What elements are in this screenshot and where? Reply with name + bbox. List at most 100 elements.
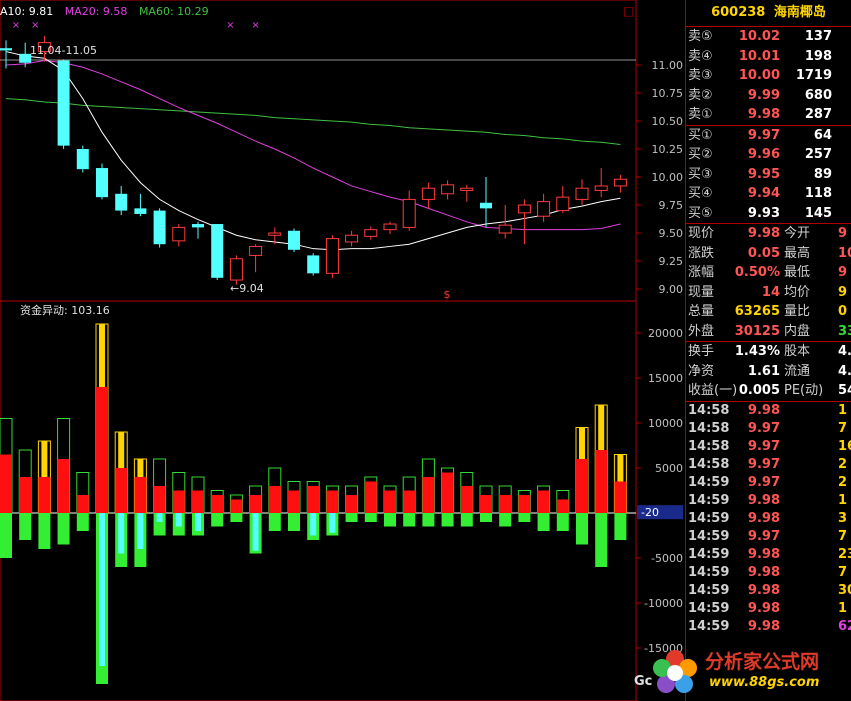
candle-body bbox=[480, 202, 492, 209]
candle bbox=[402, 190, 416, 231]
quote-label: 涨跌 bbox=[688, 245, 715, 261]
ask-volume: 287 bbox=[804, 107, 832, 122]
ask-label: 卖④ bbox=[688, 48, 713, 64]
ask-row[interactable]: 卖④ 10.01 198 bbox=[686, 47, 851, 67]
indicator-bar bbox=[287, 481, 301, 531]
bid-row[interactable]: 买⑤ 9.93 145 bbox=[686, 204, 851, 224]
ask-price: 10.02 bbox=[738, 29, 780, 44]
bar-negative bbox=[38, 513, 51, 549]
ask-row[interactable]: 卖③ 10.00 1719 bbox=[686, 66, 851, 86]
indicator-bar bbox=[210, 490, 224, 527]
flower-logo-icon bbox=[653, 650, 697, 693]
price-tick-label: 9.50 bbox=[659, 227, 684, 240]
ask-price: 9.98 bbox=[747, 107, 780, 122]
bar-positive bbox=[556, 499, 569, 513]
tick-row[interactable]: 14:58 9.97 2 bbox=[686, 456, 851, 474]
stat-row: 收益(一)0.005PE(动)54 bbox=[686, 381, 851, 401]
bar-inflow bbox=[329, 513, 336, 533]
indicator-bar bbox=[498, 485, 512, 527]
dollar-marker-icon: $ bbox=[444, 288, 451, 301]
bar-negative bbox=[345, 513, 358, 522]
quote-label: 现价 bbox=[688, 226, 715, 241]
tick-row[interactable]: 14:59 9.98 7 bbox=[686, 564, 851, 582]
tick-price: 9.98 bbox=[747, 546, 780, 562]
bar-negative bbox=[0, 513, 12, 558]
stat-value: 0.005 bbox=[738, 383, 780, 398]
indicator-bar bbox=[345, 485, 359, 522]
indicator-bar bbox=[114, 431, 128, 567]
bar-positive bbox=[19, 477, 32, 513]
tick-row[interactable]: 14:58 9.97 7 bbox=[686, 420, 851, 438]
candle bbox=[288, 228, 300, 253]
tick-row[interactable]: 14:59 9.98 30 bbox=[686, 582, 851, 600]
candle-body bbox=[345, 234, 359, 243]
ask-row[interactable]: 卖① 9.98 287 bbox=[686, 105, 851, 125]
ask-row[interactable]: 卖② 9.99 680 bbox=[686, 86, 851, 106]
tick-volume: 3 bbox=[838, 510, 848, 526]
signal-marker-icon: × bbox=[31, 20, 39, 31]
bar-negative bbox=[576, 513, 588, 545]
indicator-bar bbox=[268, 467, 282, 531]
tick-time: 14:59 bbox=[688, 474, 730, 490]
ask-row[interactable]: 卖⑤ 10.02 137 bbox=[686, 27, 851, 47]
tick-volume: 1 bbox=[838, 492, 848, 508]
candle-body bbox=[575, 187, 589, 200]
bid-row[interactable]: 买② 9.96 257 bbox=[686, 145, 851, 165]
tick-row[interactable]: 14:59 9.97 7 bbox=[686, 528, 851, 546]
ask-label: 卖② bbox=[688, 87, 713, 103]
tick-row[interactable]: 14:59 9.98 1 bbox=[686, 492, 851, 510]
bar-positive bbox=[614, 481, 627, 513]
tick-row[interactable]: 14:59 9.98 62 bbox=[686, 618, 851, 636]
bar-positive bbox=[307, 486, 320, 513]
quote-value-2: 9 bbox=[838, 226, 848, 241]
window-button[interactable]: □ bbox=[623, 5, 634, 17]
candle-body bbox=[460, 187, 474, 191]
indicator-bar bbox=[421, 458, 435, 527]
bar-positive bbox=[422, 477, 435, 513]
candle-body bbox=[249, 245, 263, 256]
quote-row: 现价 9.98 今开 9 bbox=[686, 224, 851, 244]
stat-value-2: 4.4 bbox=[838, 363, 851, 379]
indicator-bar bbox=[556, 490, 570, 531]
tick-row[interactable]: 14:59 9.97 2 bbox=[686, 474, 851, 492]
tick-time: 14:58 bbox=[688, 438, 730, 454]
candle-body bbox=[517, 204, 531, 214]
indicator-tick-label: 10000 bbox=[648, 417, 683, 430]
bid-row[interactable]: 买① 9.97 64 bbox=[686, 126, 851, 146]
tick-list[interactable]: 14:58 9.98 1 14:58 9.97 7 14:58 9.97 16 14:58 9.97… bbox=[686, 400, 851, 636]
ma60-line bbox=[5, 98, 621, 146]
tick-row[interactable]: 14:59 9.98 23 bbox=[686, 546, 851, 564]
candle-body bbox=[115, 193, 128, 211]
bar-positive bbox=[76, 495, 89, 513]
tick-row[interactable]: 14:59 9.98 3 bbox=[686, 510, 851, 528]
ask-label: 卖⑤ bbox=[688, 29, 713, 44]
candle-body bbox=[172, 226, 186, 242]
tick-row[interactable]: 14:59 9.98 1 bbox=[686, 600, 851, 618]
price-tick-label: 10.00 bbox=[652, 171, 684, 184]
bar-positive bbox=[211, 495, 224, 513]
indicator-tick-label: -10000 bbox=[644, 597, 683, 610]
candle bbox=[192, 221, 204, 239]
candle bbox=[537, 193, 551, 222]
bar-positive bbox=[403, 490, 416, 513]
bar-positive bbox=[537, 490, 550, 513]
ask-label: 卖① bbox=[688, 107, 713, 122]
bid-row[interactable]: 买④ 9.94 118 bbox=[686, 184, 851, 204]
bar-negative bbox=[384, 513, 396, 527]
candle bbox=[76, 145, 89, 173]
candle bbox=[383, 221, 397, 235]
ask-price: 9.99 bbox=[747, 87, 780, 103]
candle bbox=[96, 163, 108, 200]
ask-price: 10.01 bbox=[738, 48, 780, 64]
stat-label-2: 流通 bbox=[784, 363, 811, 379]
tick-row[interactable]: 14:58 9.98 1 bbox=[686, 402, 851, 420]
bar-negative bbox=[19, 513, 32, 540]
bar-positive bbox=[326, 490, 339, 513]
candle-body bbox=[364, 229, 378, 237]
bid-price: 9.94 bbox=[747, 186, 780, 201]
kline-chart-area[interactable]: 11.00 10.75 10.50 10.25 10.00 9.75 9.50 9.25 9.0… bbox=[0, 0, 685, 701]
tick-volume: 16 bbox=[838, 438, 851, 454]
tick-price: 9.97 bbox=[747, 438, 780, 454]
tick-row[interactable]: 14:58 9.97 16 bbox=[686, 438, 851, 456]
bid-row[interactable]: 买③ 9.95 89 bbox=[686, 165, 851, 185]
